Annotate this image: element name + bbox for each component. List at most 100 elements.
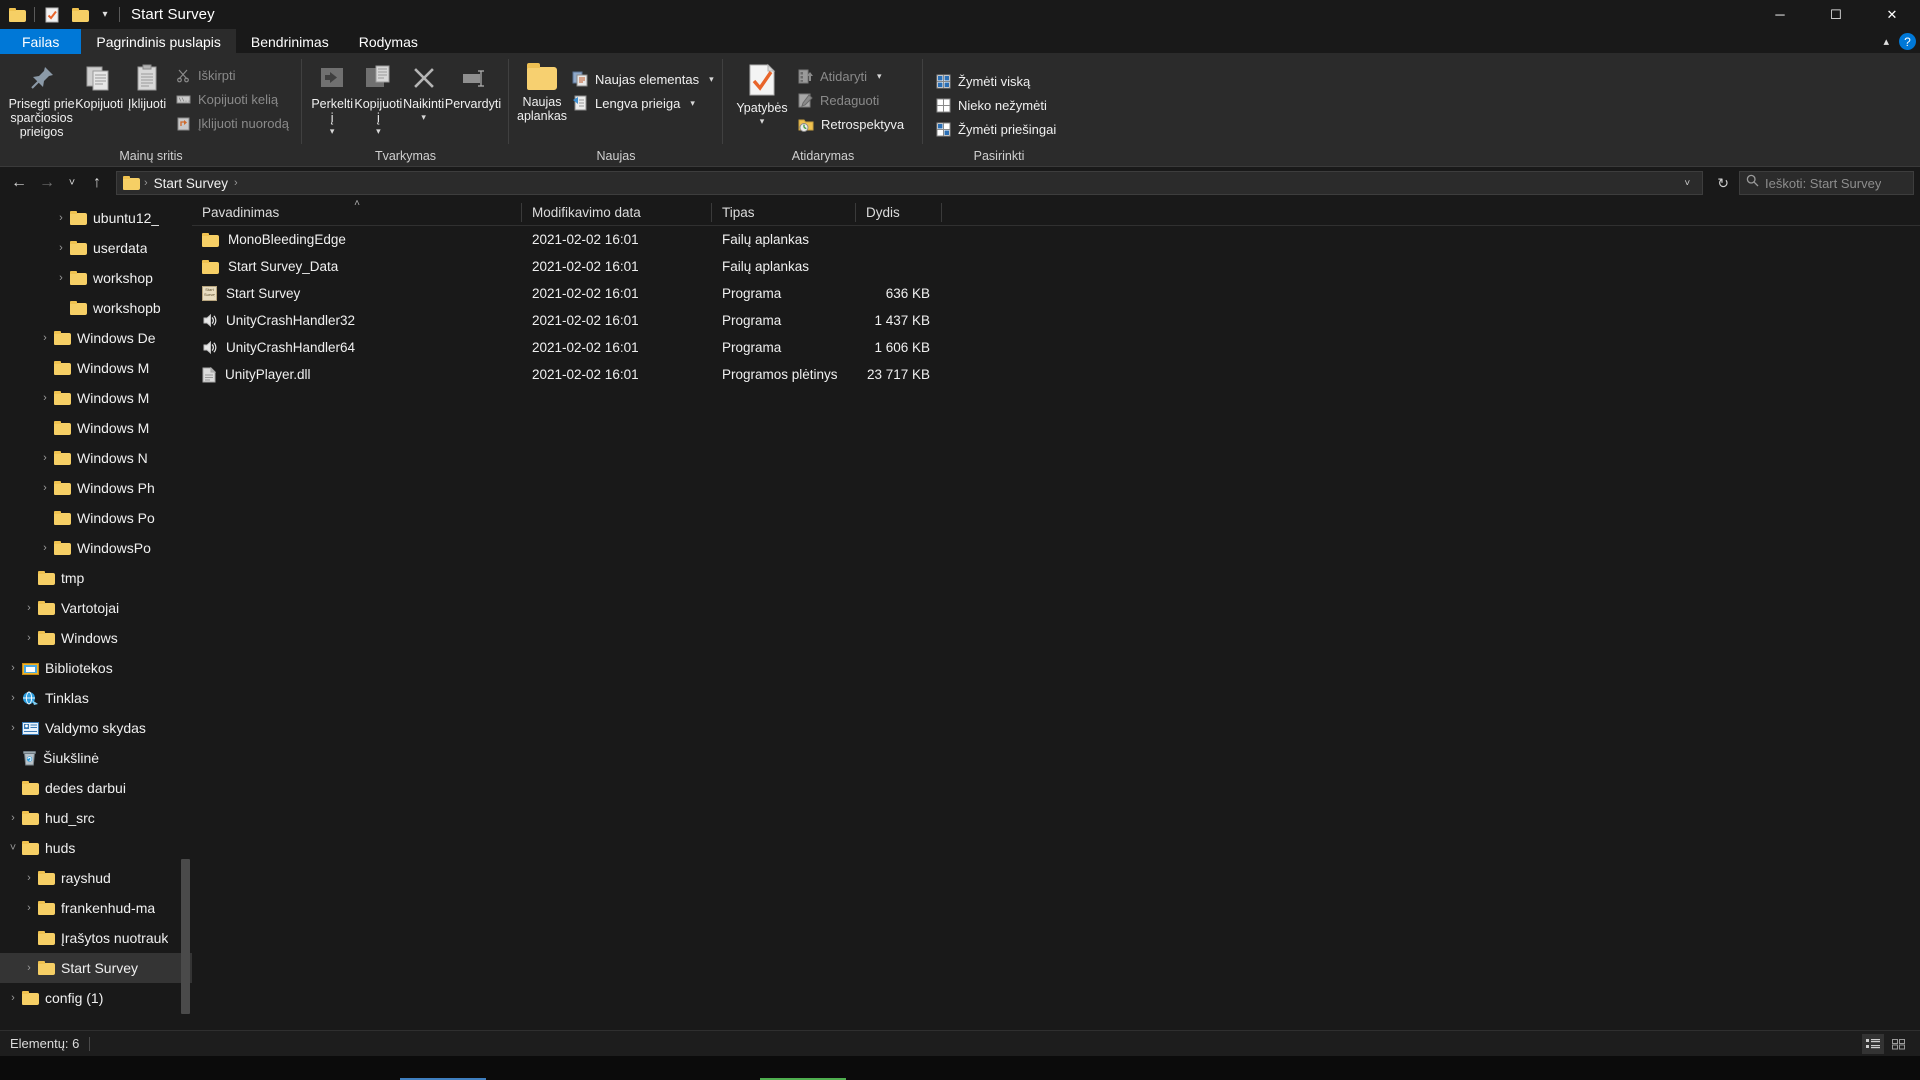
chevron-right-icon[interactable]: › [20,602,38,614]
paste-shortcut-button[interactable]: Įklijuoti nuorodą [171,112,294,134]
navigation-pane[interactable]: › ubuntu12_ › userdata › workshop workshopb › Wi… [0,199,192,1021]
tab-failas[interactable]: Failas [0,29,82,54]
tab-rodymas[interactable]: Rodymas [344,29,433,54]
nav-item-windows-ph[interactable]: › Windows Ph [0,473,192,503]
customize-quick-access-caret[interactable]: ▾ [94,2,116,28]
close-button[interactable]: ✕ [1864,0,1920,29]
select-all-button[interactable]: Žymėti viską [931,70,1061,92]
chevron-down-icon[interactable]: ▾ [877,71,882,82]
nav-item-hud-src[interactable]: › hud_src [0,803,192,833]
chevron-right-icon[interactable]: › [4,662,22,674]
chevron-up-icon[interactable]: ▴ [1883,35,1889,48]
file-list-pane[interactable]: ˄ Pavadinimas Modifikavimo data Tipas Dy… [192,198,1920,1021]
nav-item-dedes-darbui[interactable]: dedes darbui [0,773,192,803]
nav-item-windows[interactable]: › Windows [0,623,192,653]
chevron-right-icon[interactable]: › [52,242,70,254]
properties-check-icon[interactable] [38,2,66,28]
copy-path-button[interactable]: \\.. Kopijuoti kelią [171,88,294,110]
forward-button[interactable]: → [34,170,60,196]
details-view-button[interactable] [1862,1033,1884,1054]
folder-icon[interactable] [3,2,31,28]
nav-item-userdata[interactable]: › userdata [0,233,192,263]
history-button[interactable]: Retrospektyva [793,113,909,135]
column-header-name[interactable]: ˄ Pavadinimas [192,198,522,226]
nav-item-windows-po[interactable]: Windows Po [0,503,192,533]
maximize-button[interactable]: ☐ [1808,0,1864,29]
chevron-down-icon[interactable]: ▾ [760,116,765,127]
move-to-button[interactable]: Perkelti į ▾ [310,58,354,137]
chevron-right-icon[interactable]: › [20,962,38,974]
rename-button[interactable]: Pervardyti [445,58,501,111]
chevron-down-icon[interactable]: ▾ [376,126,381,137]
chevron-right-icon[interactable]: › [142,177,150,189]
table-row[interactable]: StartSurvey Start Survey 2021-02-02 16:01 P… [192,280,1920,307]
select-none-button[interactable]: Nieko nežymėti [931,94,1061,116]
chevron-right-icon[interactable]: › [4,992,22,1004]
chevron-right-icon[interactable]: › [4,692,22,704]
nav-item-tmp[interactable]: tmp [0,563,192,593]
navigation-scrollbar-thumb[interactable] [181,859,190,1014]
column-header-size[interactable]: Dydis [856,199,942,226]
chevron-right-icon[interactable]: › [52,212,70,224]
nav-item-ra-ytos-nuotrauk[interactable]: Įrašytos nuotrauk [0,923,192,953]
chevron-down-icon[interactable]: ▾ [690,98,695,109]
new-item-button[interactable]: Naujas elementas ▾ [567,68,719,90]
copy-to-button[interactable]: Kopijuoti į ▾ [354,58,402,137]
chevron-right-icon[interactable]: › [20,872,38,884]
nav-item-windows-de[interactable]: › Windows De [0,323,192,353]
delete-button[interactable]: Naikinti ▾ [402,58,445,123]
nav-item-rayshud[interactable]: › rayshud [0,863,192,893]
properties-button[interactable]: Ypatybės ▾ [731,58,793,127]
new-folder-icon[interactable] [66,2,94,28]
back-button[interactable]: ← [6,170,32,196]
nav-item-windows-n[interactable]: › Windows N [0,443,192,473]
address-dropdown-caret[interactable]: ˅ [1676,178,1698,189]
chevron-right-icon[interactable]: › [4,722,22,734]
chevron-right-icon[interactable]: › [36,392,54,404]
nav-item-windowspo[interactable]: › WindowsPo [0,533,192,563]
easy-access-button[interactable]: Lengva prieiga ▾ [567,92,719,114]
open-button[interactable]: Atidaryti ▾ [793,65,909,87]
chevron-right-icon[interactable]: › [232,177,240,189]
chevron-down-icon[interactable]: ▾ [421,112,426,123]
table-row[interactable]: UnityCrashHandler64 2021-02-02 16:01 Progr… [192,334,1920,361]
nav-item-config-1[interactable]: › config (1) [0,983,192,1013]
column-header-date[interactable]: Modifikavimo data [522,199,712,226]
chevron-right-icon[interactable]: › [20,632,38,644]
minimize-button[interactable]: ─ [1752,0,1808,29]
help-icon[interactable]: ? [1899,33,1916,50]
nav-item-windows-m[interactable]: Windows M [0,413,192,443]
invert-selection-button[interactable]: Žymėti priešingai [931,118,1061,140]
breadcrumb[interactable]: › Start Survey › ˅ [116,171,1704,195]
chevron-right-icon[interactable]: › [36,332,54,344]
chevron-right-icon[interactable]: › [36,542,54,554]
nav-item-frankenhud-ma[interactable]: › frankenhud-ma [0,893,192,923]
table-row[interactable]: MonoBleedingEdge 2021-02-02 16:01 Failų ap… [192,226,1920,253]
table-row[interactable]: UnityCrashHandler32 2021-02-02 16:01 Progr… [192,307,1920,334]
chevron-right-icon[interactable]: › [52,272,70,284]
paste-button[interactable]: Įklijuoti [123,58,171,111]
nav-item-vartotojai[interactable]: › Vartotojai [0,593,192,623]
table-row[interactable]: Start Survey_Data 2021-02-02 16:01 Failų a… [192,253,1920,280]
up-button[interactable]: ↑ [84,170,110,196]
chevron-down-icon[interactable]: ▾ [330,126,335,137]
tab-bendrinimas[interactable]: Bendrinimas [236,29,344,54]
chevron-right-icon[interactable]: › [4,812,22,824]
tab-pagrindinis-puslapis[interactable]: Pagrindinis puslapis [81,29,236,54]
large-icons-view-button[interactable] [1888,1034,1910,1054]
breadcrumb-item-start-survey[interactable]: Start Survey [150,176,232,191]
nav-item-iuk-lin[interactable]: Šiukšlinė [0,743,192,773]
nav-item-workshop[interactable]: › workshop [0,263,192,293]
nav-item-tinklas[interactable]: › Tinklas [0,683,192,713]
refresh-button[interactable]: ↻ [1709,175,1737,192]
chevron-down-icon[interactable]: ▾ [709,74,714,85]
nav-item-start-survey[interactable]: › Start Survey [0,953,192,983]
nav-item-workshopb[interactable]: workshopb [0,293,192,323]
recent-locations-button[interactable]: ˅ [62,170,82,196]
chevron-down-icon[interactable]: ˅ [4,842,22,854]
column-header-type[interactable]: Tipas [712,199,856,226]
edit-button[interactable]: Redaguoti [793,89,909,111]
pin-to-quick-access-button[interactable]: Prisegti prie sparčiosios prieigos [8,58,75,139]
table-row[interactable]: UnityPlayer.dll 2021-02-02 16:01 Programos… [192,361,1920,388]
nav-item-ubuntu12[interactable]: › ubuntu12_ [0,203,192,233]
